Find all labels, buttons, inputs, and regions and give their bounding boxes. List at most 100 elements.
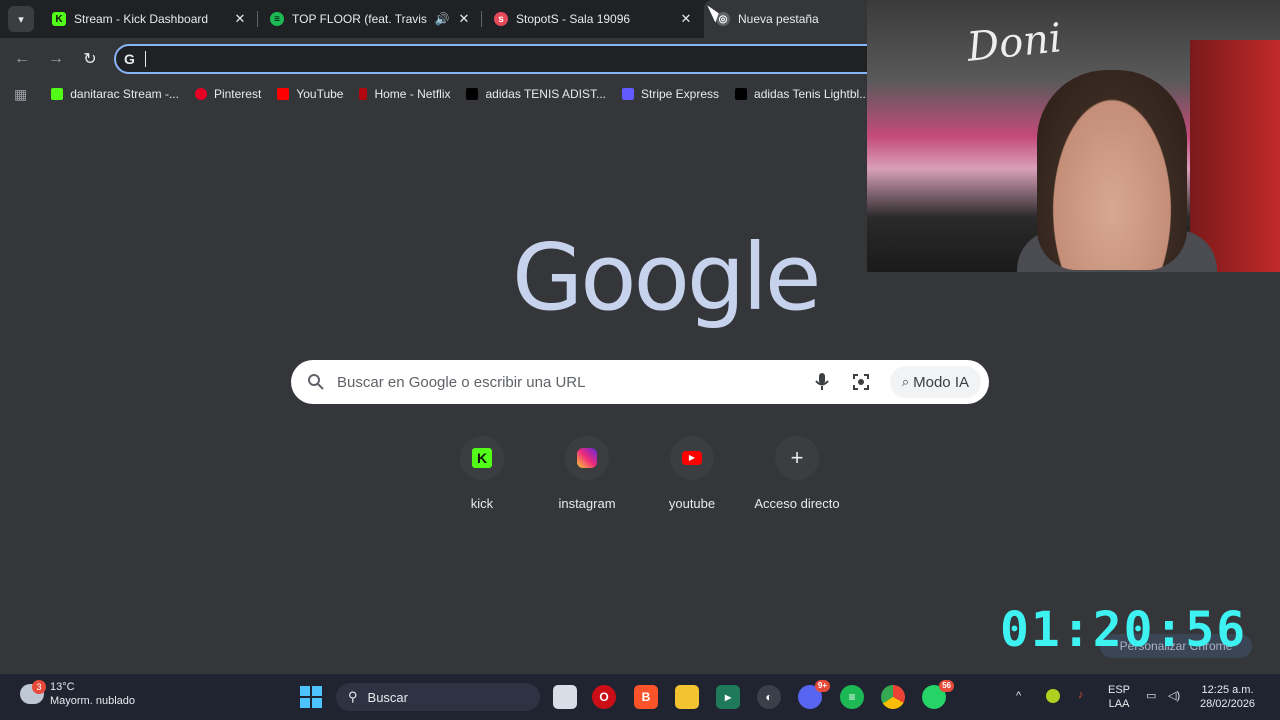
whatsapp-icon[interactable]: 56 — [922, 680, 954, 709]
tab-stopots[interactable]: s StopotS - Sala 19096 ✕ — [482, 0, 704, 38]
windows-start-icon[interactable] — [299, 685, 323, 709]
tab-title: Stream - Kick Dashboard — [74, 12, 209, 26]
spotify-icon[interactable]: ≡ — [840, 685, 864, 709]
bookmark-kick[interactable]: danitarac Stream -... — [51, 87, 179, 101]
stopots-icon: s — [494, 12, 508, 26]
chrome-icon[interactable] — [881, 685, 905, 709]
shortcut-add[interactable]: + Acceso directo — [747, 436, 847, 511]
bookmark-youtube[interactable]: YouTube — [277, 87, 343, 101]
shortcut-label: kick — [470, 496, 494, 511]
address-bar[interactable]: G — [114, 44, 894, 74]
obs-icon[interactable]: ◐ — [757, 685, 781, 709]
ai-mode-button[interactable]: ⌕ Modo IA — [889, 366, 981, 398]
file-explorer-icon[interactable] — [675, 685, 699, 709]
arrow-right-icon: → — [48, 50, 64, 67]
gaming-chair — [1190, 40, 1280, 272]
close-icon[interactable]: ✕ — [456, 11, 472, 27]
whatsapp-badge: 56 — [939, 680, 954, 692]
microphone-icon[interactable] — [814, 372, 830, 392]
shortcut-icon-bg: + — [775, 436, 819, 480]
lang-bottom: LAA — [1108, 698, 1130, 710]
shortcut-kick[interactable]: K kick — [432, 436, 532, 511]
brave-icon[interactable]: B — [634, 685, 658, 709]
clock[interactable]: 12:25 a.m. 28/02/2026 — [1200, 683, 1255, 711]
youtube-icon — [277, 88, 290, 100]
bookmark-netflix[interactable]: Home - Netflix — [359, 87, 450, 101]
adidas-icon — [735, 88, 748, 100]
apps-grid-icon[interactable]: ▦ — [14, 86, 27, 103]
lang-top: ESP — [1108, 684, 1131, 696]
shortcut-youtube[interactable]: ▶ youtube — [642, 436, 742, 511]
bookmark-label: YouTube — [296, 87, 344, 101]
stripe-icon — [621, 88, 634, 100]
weather-badge: 3 — [32, 680, 46, 694]
tab-title: Nueva pestaña — [738, 12, 819, 26]
clock-time: 12:25 a.m. — [1201, 684, 1254, 696]
pinterest-icon — [194, 88, 207, 100]
network-icon[interactable]: ▭ — [1146, 689, 1156, 703]
shortcut-label: instagram — [558, 496, 616, 511]
speaker-icon[interactable]: 🔊 — [434, 12, 450, 26]
discord-icon[interactable]: 9+ — [798, 680, 830, 709]
bookmark-label: Stripe Express — [640, 87, 720, 101]
back-button[interactable]: ← — [10, 47, 34, 71]
google-lens-icon[interactable] — [852, 373, 870, 391]
close-icon[interactable]: ✕ — [232, 11, 248, 27]
forward-button[interactable]: → — [44, 47, 68, 71]
shortcut-icon-bg — [565, 436, 609, 480]
bookmark-label: adidas TENIS ADIST... — [485, 87, 606, 101]
tab-spotify[interactable]: ≡ TOP FLOOR (feat. Travis Sco 🔊 ✕ — [258, 0, 482, 38]
tab-new-tab[interactable]: ◎ Nueva pestaña — [704, 0, 884, 38]
bookmark-pinterest[interactable]: Pinterest — [194, 87, 261, 101]
instagram-icon — [577, 448, 597, 468]
opera-icon[interactable]: O — [592, 685, 616, 709]
screen: ▾ K Stream - Kick Dashboard ✕ ≡ TOP FLOO… — [0, 0, 1280, 720]
youtube-icon: ▶ — [682, 451, 702, 465]
ai-search-icon: ⌕ — [901, 374, 910, 389]
shortcut-icon-bg: ▶ — [670, 436, 714, 480]
tray-app-icon[interactable] — [1046, 689, 1060, 703]
tab-kick-dashboard[interactable]: K Stream - Kick Dashboard ✕ — [40, 0, 258, 38]
netflix-icon — [359, 88, 368, 100]
bookmark-adidas-1[interactable]: adidas TENIS ADIST... — [466, 87, 606, 101]
bookmark-stripe[interactable]: Stripe Express — [621, 87, 720, 101]
language-indicator[interactable]: ESP LAA — [1108, 683, 1130, 711]
webcam-overlay: Doni — [867, 0, 1280, 272]
clock-date: 28/02/2026 — [1200, 698, 1256, 710]
discord-badge: 9+ — [814, 680, 830, 692]
google-g-icon: G — [124, 51, 135, 67]
shortcut-icon-bg: K — [460, 436, 504, 480]
text-caret — [144, 51, 146, 67]
spotify-icon: ≡ — [270, 12, 284, 26]
shortcut-label: youtube — [668, 496, 716, 511]
reload-button[interactable]: ↻ — [78, 47, 102, 71]
taskbar-search[interactable]: ⚲ Buscar — [336, 683, 540, 711]
weather-widget[interactable]: 3 13°C Mayorm. nublado — [20, 680, 135, 708]
tab-search-button[interactable]: ▾ — [8, 6, 34, 32]
google-search-box[interactable]: Buscar en Google o escribir una URL ⌕ Mo… — [291, 360, 989, 404]
chevron-up-icon[interactable]: ^ — [1016, 689, 1021, 703]
task-view-icon[interactable] — [553, 685, 577, 709]
cloud-icon: 3 — [20, 680, 46, 704]
stream-timer: 01:20:56 — [1000, 602, 1248, 658]
shortcut-instagram[interactable]: instagram — [537, 436, 637, 511]
google-logo: Google — [512, 224, 821, 331]
weather-temp: 13°C — [50, 681, 75, 693]
dev-tool-icon[interactable]: ▸ — [716, 685, 740, 709]
search-icon — [308, 374, 324, 390]
kick-icon: K — [52, 12, 66, 26]
microphone-icon[interactable]: ♪ — [1078, 688, 1084, 702]
ai-mode-label: Modo IA — [913, 373, 969, 391]
kick-icon: K — [472, 448, 492, 468]
bookmark-adidas-2[interactable]: adidas Tenis Lightbl... — [735, 87, 869, 101]
volume-icon[interactable]: ◁) — [1168, 689, 1180, 703]
bookmark-label: Home - Netflix — [374, 87, 451, 101]
bookmark-label: adidas Tenis Lightbl... — [754, 87, 870, 101]
taskbar-search-label: Buscar — [367, 689, 408, 705]
close-icon[interactable]: ✕ — [678, 11, 694, 27]
plus-icon: + — [790, 445, 804, 470]
tab-title: TOP FLOOR (feat. Travis Sco — [292, 12, 428, 26]
bookmark-label: danitarac Stream -... — [70, 87, 179, 101]
search-placeholder: Buscar en Google o escribir una URL — [337, 373, 586, 391]
kick-icon — [51, 88, 64, 100]
